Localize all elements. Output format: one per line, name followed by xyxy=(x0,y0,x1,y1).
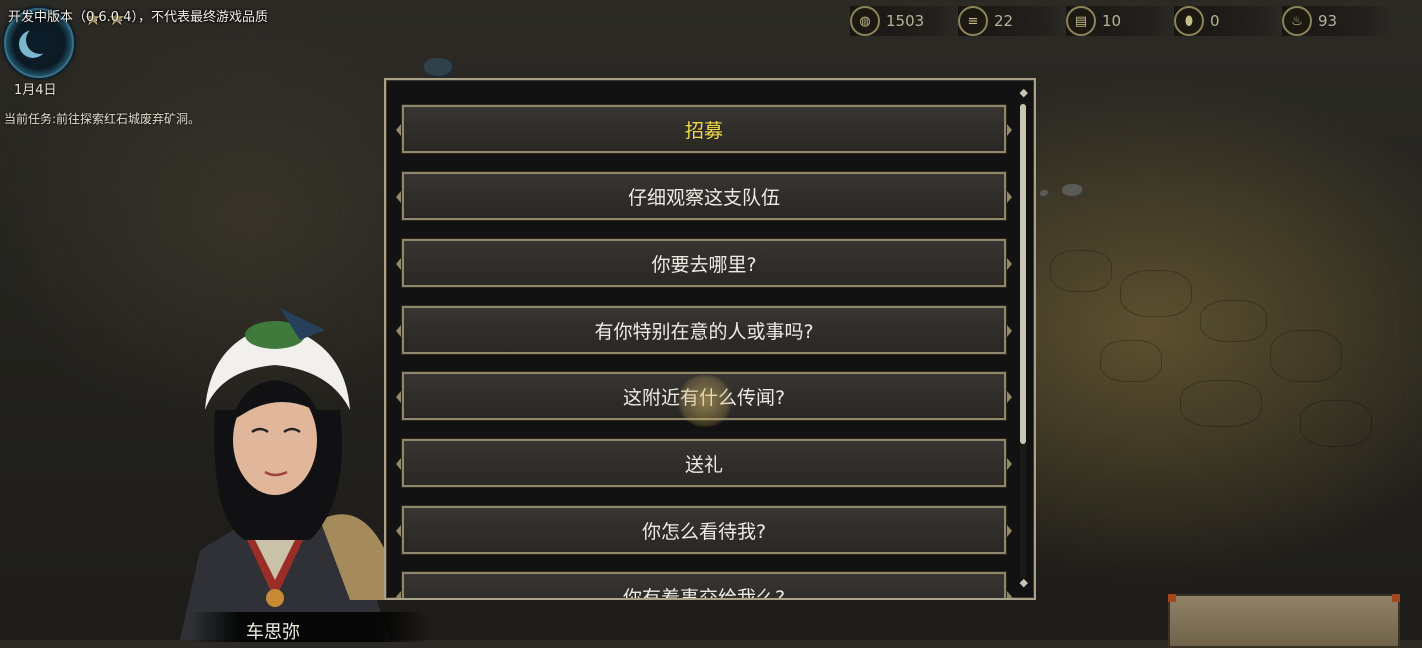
coin-icon: ◍ xyxy=(850,6,880,36)
resource-value: 1503 xyxy=(886,12,925,30)
option-label: 你有着事交给我么? xyxy=(622,586,786,600)
option-label: 送礼 xyxy=(684,453,723,476)
resource-value: 10 xyxy=(1102,12,1122,30)
character-portrait xyxy=(180,308,390,640)
resource-gem[interactable]: ⬮ 0 xyxy=(1174,6,1282,36)
option-view-me[interactable]: 你怎么看待我? xyxy=(396,505,1012,555)
resource-value: 22 xyxy=(994,12,1014,30)
option-label: 你要去哪里? xyxy=(651,253,757,276)
name-plate xyxy=(190,612,430,642)
resource-coin[interactable]: ◍ 1503 xyxy=(850,6,958,36)
character-name: 车思弥 xyxy=(246,622,300,643)
option-label: 你怎么看待我? xyxy=(641,520,767,543)
fire-icon: ♨ xyxy=(1282,6,1312,36)
moon-icon xyxy=(26,26,54,54)
resource-iron[interactable]: ▤ 10 xyxy=(1066,6,1174,36)
resource-value: 0 xyxy=(1210,12,1220,30)
dev-version-note: 开发中版本（0.6.0.4），不代表最终游戏品质 xyxy=(8,10,268,25)
wood-icon: ≡ xyxy=(958,6,988,36)
option-label: 仔细观察这支队伍 xyxy=(627,186,780,209)
gem-icon: ⬮ xyxy=(1174,6,1204,36)
resource-bar: ◍ 1503 ≡ 22 ▤ 10 ⬮ 0 ♨ 93 xyxy=(850,6,1390,36)
date-label: 1月4日 xyxy=(14,83,57,98)
iron-icon: ▤ xyxy=(1066,6,1096,36)
dialogue-panel: 招募 仔细观察这支队伍 你要去哪里? 有你特别在意的人或事吗? 这附近有什么传闻… xyxy=(384,78,1036,600)
resource-fire[interactable]: ♨ 93 xyxy=(1282,6,1390,36)
option-task-for-me[interactable]: 你有着事交给我么? xyxy=(396,571,1012,600)
option-label: 招募 xyxy=(684,119,723,142)
option-observe-team[interactable]: 仔细观察这支队伍 xyxy=(396,171,1012,221)
scrollbar-thumb[interactable] xyxy=(1020,104,1026,444)
option-gift[interactable]: 送礼 xyxy=(396,438,1012,488)
option-recruit[interactable]: 招募 xyxy=(396,104,1012,154)
cursor-highlight xyxy=(676,375,734,427)
scroll-down-icon[interactable]: ◆ xyxy=(1020,576,1028,589)
resource-wood[interactable]: ≡ 22 xyxy=(958,6,1066,36)
resource-value: 93 xyxy=(1318,12,1338,30)
option-where-going[interactable]: 你要去哪里? xyxy=(396,238,1012,288)
option-care-about[interactable]: 有你特别在意的人或事吗? xyxy=(396,305,1012,355)
current-task: 当前任务:前往探索红石城废弃矿洞。 xyxy=(4,112,201,126)
option-label: 有你特别在意的人或事吗? xyxy=(594,320,814,343)
scroll-up-icon[interactable]: ◆ xyxy=(1020,86,1028,99)
